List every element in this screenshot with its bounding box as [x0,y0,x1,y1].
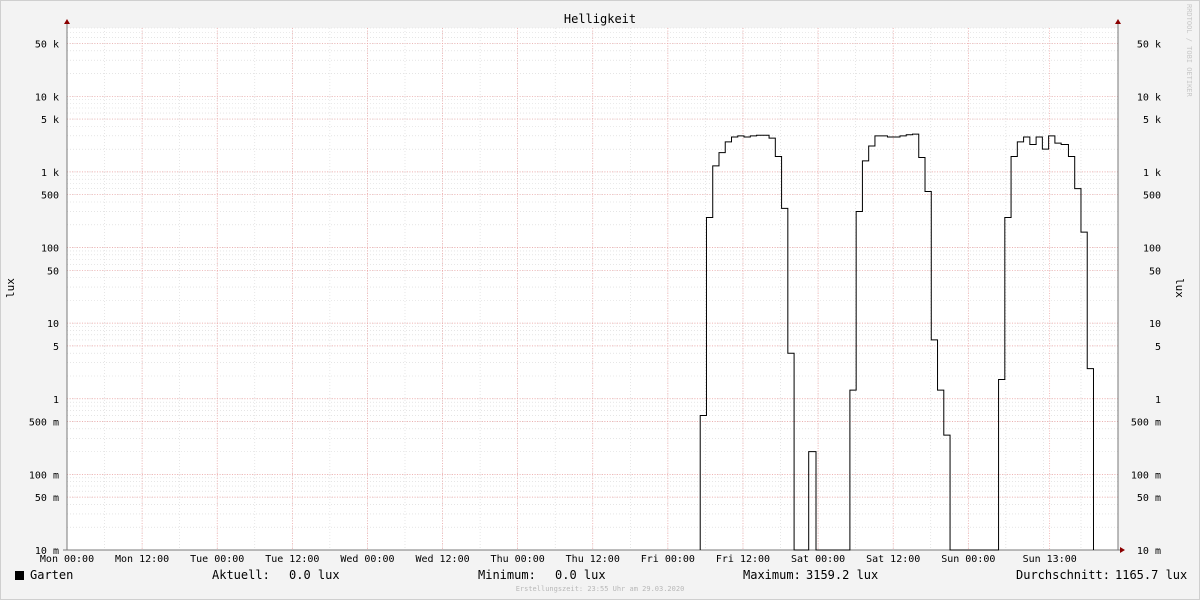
y-tick-label-left: 10 [47,319,59,330]
x-tick-label: Sat 12:00 [866,554,920,565]
y-tick-label-right: 5 [1155,342,1161,353]
minimum-label: Minimum: [478,568,536,582]
y-tick-label-right: 50 k [1137,39,1161,50]
x-ticks: Mon 00:00 Mon 12:00 Tue 00:00 Tue 12:00 Wed … [40,554,1077,565]
current-label: Aktuell: [212,568,270,582]
x-tick-label: Sat 00:00 [791,554,845,565]
y-tick-label-left: 100 [41,244,59,255]
x-tick-label: Wed 00:00 [340,554,394,565]
y-tick-label-left: 500 m [29,418,59,429]
y-tick-label-left: 50 k [35,39,59,50]
y-axis-label-left: lux [4,278,17,298]
x-tick-label: Mon 12:00 [115,554,169,565]
chart-title: Helligkeit [564,12,636,26]
x-tick-label: Wed 12:00 [415,554,469,565]
x-tick-label: Fri 12:00 [716,554,770,565]
y-axis-arrow-left [64,19,70,24]
average-value: 1165.7 lux [1115,568,1188,582]
y-ticks-right: 50 k 10 k 5 k 1 k 500 100 50 10 5 1 500 m 100 m 50 m… [1131,39,1161,557]
y-tick-label-right: 1 [1155,395,1161,406]
x-tick-label: Sun 13:00 [1023,554,1077,565]
y-axis-label-right: lux [1173,278,1186,298]
maximum-value: 3159.2 lux [806,568,879,582]
y-tick-label-right: 10 [1149,319,1161,330]
x-tick-label: Tue 12:00 [265,554,319,565]
minimum-value: 0.0 lux [555,568,606,582]
x-tick-label: Sun 00:00 [941,554,995,565]
average-label: Durchschnitt: [1016,568,1110,582]
y-tick-label-left: 1 [53,395,59,406]
y-tick-label-left: 50 [47,266,59,277]
x-tick-label: Mon 00:00 [40,554,94,565]
x-tick-label: Fri 00:00 [641,554,695,565]
maximum-label: Maximum: [743,568,801,582]
y-tick-label-left: 1 k [41,168,59,179]
y-tick-label-left: 500 [41,191,59,202]
legend-bar: Garten Aktuell: 0.0 lux Minimum: 0.0 lux… [0,566,1200,584]
x-axis-arrow [1120,547,1125,553]
x-tick-label: Thu 12:00 [566,554,620,565]
y-tick-label-left: 50 m [35,493,59,504]
y-tick-label-right: 50 m [1137,493,1161,504]
y-tick-label-right: 500 m [1131,418,1161,429]
y-tick-label-right: 100 m [1131,470,1161,481]
creation-time: Erstellungszeit: 23:55 Uhr am 29.03.2020 [515,585,685,593]
y-tick-label-right: 100 [1143,244,1161,255]
watermark: RRDTOOL / TOBI OETIKER [1185,4,1193,98]
y-tick-label-left: 5 k [41,115,59,126]
x-tick-label: Thu 00:00 [491,554,545,565]
brightness-chart: 50 k 10 k 5 k 1 k 500 100 50 10 5 1 500 m 100 m 50 m… [4,4,1193,565]
y-axis-arrow-right [1115,19,1121,24]
x-tick-label: Tue 00:00 [190,554,244,565]
y-tick-label-right: 10 k [1137,92,1161,103]
legend-swatch [15,571,24,580]
y-tick-label-left: 100 m [29,470,59,481]
y-ticks-left: 50 k 10 k 5 k 1 k 500 100 50 10 5 1 500 m 100 m 50 m… [29,39,59,557]
current-value: 0.0 lux [289,568,340,582]
y-tick-label-left: 5 [53,342,59,353]
legend-series-name: Garten [30,568,74,582]
y-tick-label-right: 5 k [1143,115,1161,126]
y-tick-label-right: 1 k [1143,168,1161,179]
y-tick-label-right: 50 [1149,266,1161,277]
y-tick-label-right: 10 m [1137,546,1161,557]
y-tick-label-right: 500 [1143,191,1161,202]
y-tick-label-left: 10 k [35,92,59,103]
